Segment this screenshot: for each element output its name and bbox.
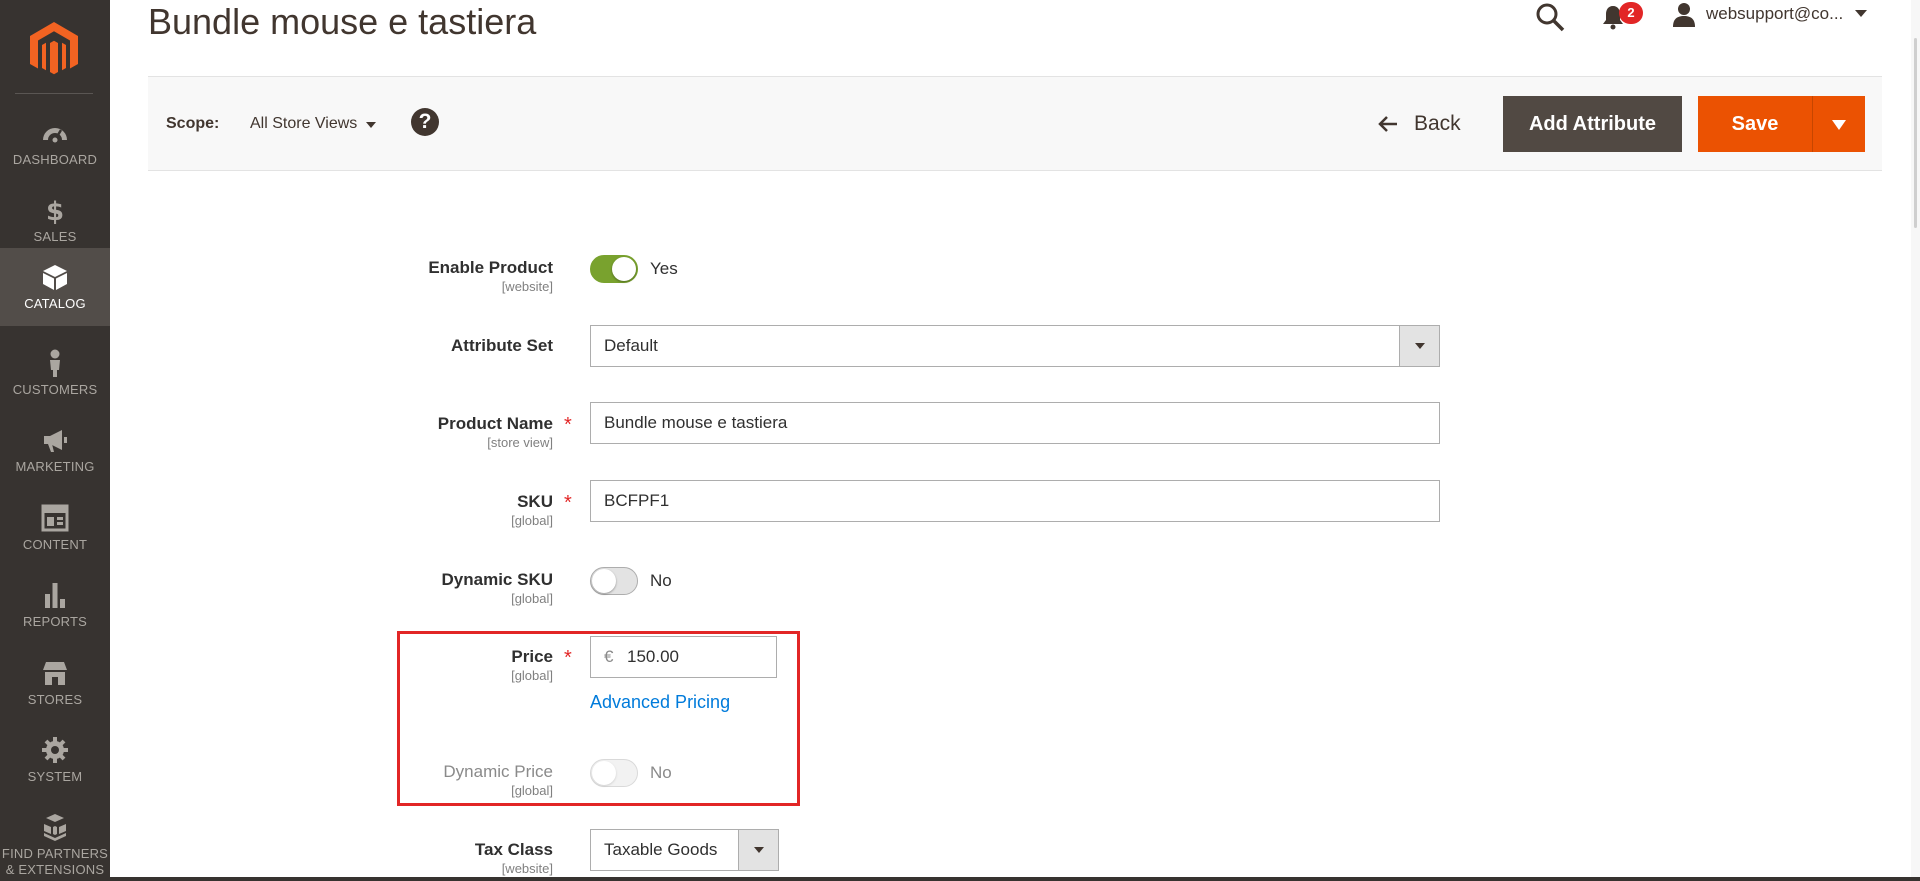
dynamic-price-toggle[interactable] [590,759,638,787]
tax-class-select[interactable]: Taxable Goods [590,829,779,871]
enable-product-value: Yes [650,259,678,278]
sidebar-divider [15,93,93,94]
sidebar-item-label: REPORTS [22,614,87,629]
sidebar-item-label: SALES [33,229,77,244]
user-account-menu[interactable]: websupport@co... [1706,4,1843,24]
svg-text:$: $ [46,197,64,225]
sidebar-item-stores[interactable]: STORES [0,644,110,721]
sku-scope: [global] [511,513,553,528]
bar-chart-icon [45,583,65,608]
toggle-knob [592,761,616,785]
sidebar-item-label: CUSTOMERS [12,382,98,397]
sidebar-item-label: CONTENT [22,537,88,552]
attribute-set-select[interactable]: Default [590,325,1440,367]
cubes-icon [44,814,66,841]
notification-count-badge[interactable]: 2 [1619,2,1643,24]
magento-logo-icon[interactable] [28,20,80,80]
tax-class-value: Taxable Goods [604,840,718,859]
required-mark: * [564,414,572,436]
search-icon[interactable] [1535,2,1565,32]
dynamic-price-scope: [global] [511,783,553,798]
sidebar-item-find-partners[interactable]: FIND PARTNERS & EXTENSIONS [0,798,110,881]
sidebar-item-customers[interactable]: CUSTOMERS [0,334,110,411]
sidebar-item-label: FIND PARTNERS & EXTENSIONS [0,846,110,878]
toggle-knob [612,257,636,281]
enable-product-toggle[interactable] [590,255,638,283]
dynamic-price-value: No [650,763,672,782]
page-title: Bundle mouse e tastiera [148,1,537,42]
page-actions-toolbar: Scope: All Store Views ? Back Add Attrib… [148,76,1882,171]
tax-class-label: Tax Class [474,840,553,859]
currency-symbol: € [604,647,614,666]
back-button[interactable]: Back [1378,106,1461,142]
enable-product-scope: [website] [501,279,553,294]
sidebar-item-label: STORES [27,692,83,707]
dynamic-sku-value: No [650,571,672,590]
save-button[interactable]: Save [1698,96,1812,152]
sidebar-item-system[interactable]: SYSTEM [0,721,110,798]
sku-label: SKU [517,492,553,511]
sidebar-item-content[interactable]: CONTENT [0,489,110,566]
megaphone-icon [44,430,67,452]
scope-label: Scope: [166,115,220,132]
toggle-knob [592,569,616,593]
sidebar-item-label: MARKETING [15,459,95,474]
sidebar-item-label: CATALOG [24,296,86,311]
sidebar-item-label-line1: FIND PARTNERS [1,846,109,861]
sidebar-item-label: SYSTEM [27,769,83,784]
help-icon[interactable]: ? [411,108,439,136]
scrollbar-thumb[interactable] [1914,38,1917,228]
chevron-down-icon[interactable] [738,830,778,870]
add-attribute-button[interactable]: Add Attribute [1503,96,1682,152]
tax-class-scope: [website] [501,861,553,876]
product-name-input[interactable]: Bundle mouse e tastiera [590,402,1440,444]
scope-switcher[interactable]: All Store Views [250,115,357,133]
dollar-icon: $ [46,197,64,225]
dashboard-icon [43,128,67,143]
dynamic-sku-label: Dynamic SKU [441,570,553,589]
dynamic-price-label: Dynamic Price [443,762,553,781]
admin-sidebar: DASHBOARD $ SALES CATALOG CUSTOMERS MARK… [0,0,110,881]
chevron-down-icon[interactable] [366,122,376,128]
product-name-scope: [store view] [487,435,553,450]
price-scope: [global] [511,668,553,683]
store-icon [43,662,67,685]
back-button-label: Back [1414,112,1461,135]
price-input[interactable]: € 150.00 [590,636,777,678]
advanced-pricing-link[interactable]: Advanced Pricing [590,692,730,713]
dynamic-sku-toggle[interactable] [590,567,638,595]
chevron-down-icon[interactable] [1855,10,1867,17]
gear-icon [42,737,68,763]
layout-icon [41,504,69,532]
enable-product-label: Enable Product [428,258,553,277]
sidebar-item-dashboard[interactable]: DASHBOARD [0,104,110,181]
product-name-label: Product Name [437,414,553,433]
person-icon [50,349,60,377]
price-label: Price [511,647,553,666]
arrow-left-icon [1378,116,1397,132]
attribute-set-label: Attribute Set [451,336,553,355]
required-mark: * [564,492,572,514]
dynamic-sku-scope: [global] [511,591,553,606]
bottom-border [110,877,1920,881]
sidebar-item-catalog[interactable]: CATALOG [0,248,110,326]
box-icon [43,265,67,290]
sidebar-item-marketing[interactable]: MARKETING [0,411,110,488]
sku-input[interactable]: BCFPF1 [590,480,1440,522]
attribute-set-value: Default [604,336,658,355]
required-mark: * [564,647,572,669]
chevron-down-icon[interactable] [1399,326,1439,366]
sidebar-item-label: DASHBOARD [12,152,98,167]
sidebar-item-reports[interactable]: REPORTS [0,566,110,643]
user-icon[interactable] [1672,2,1696,28]
sidebar-item-sales[interactable]: $ SALES [0,181,110,258]
save-options-dropdown-button[interactable] [1813,96,1865,152]
price-value: 150.00 [627,647,679,666]
sidebar-item-label-line2: & EXTENSIONS [5,862,105,877]
